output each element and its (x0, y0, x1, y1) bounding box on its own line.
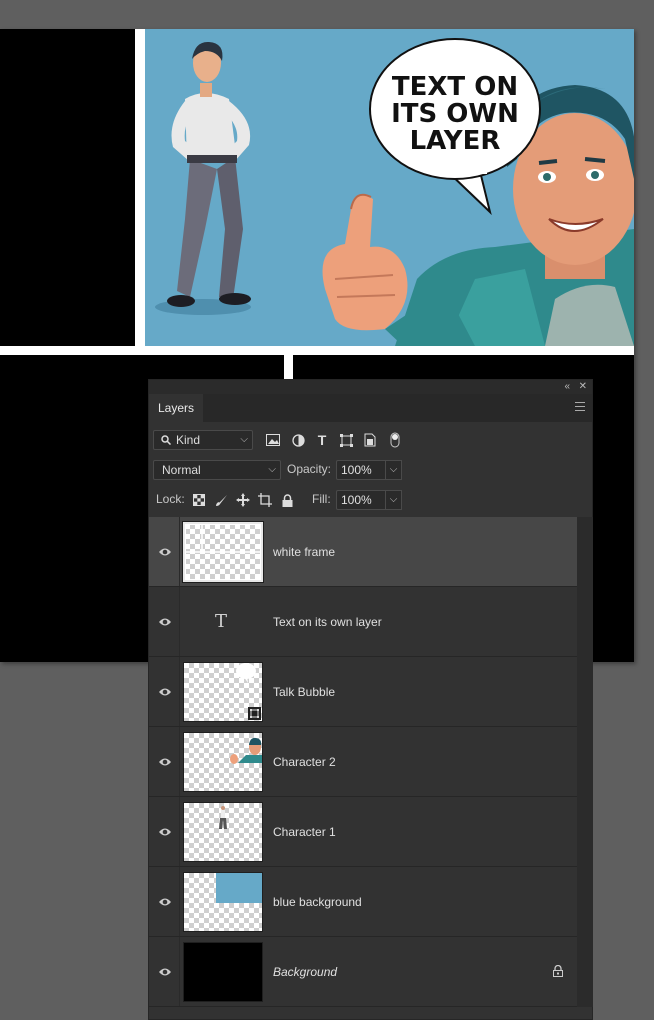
lock-transparent-pixels-icon[interactable] (191, 492, 207, 508)
layer-thumbnail-character-2 (183, 732, 263, 792)
layer-thumbnail-background (183, 942, 263, 1002)
layer-row-blue-background[interactable]: blue background (149, 867, 577, 937)
adjustment-filter-icon[interactable] (290, 432, 306, 448)
smart-object-filter-icon[interactable] (362, 432, 378, 448)
eye-visibility-icon[interactable] (158, 826, 172, 838)
comic-artwork: TEXT ON ITS OWN LAYER (145, 29, 634, 346)
lock-row: Lock: Fill: 100% ⌵ (149, 490, 592, 512)
eye-visibility-icon[interactable] (158, 756, 172, 768)
type-filter-icon[interactable]: T (314, 432, 330, 448)
smart-object-badge-icon (248, 707, 261, 720)
fill-slider-button[interactable]: ⌵ (386, 490, 402, 510)
opacity-label: Opacity: (287, 462, 332, 476)
blend-row: Normal ⌵ Opacity: 100% ⌵ (149, 460, 592, 482)
layer-name: blue background (273, 895, 362, 909)
lock-icon[interactable] (553, 965, 563, 977)
chevron-down-icon: ⌵ (240, 434, 248, 445)
blend-mode-dropdown[interactable]: Normal ⌵ (153, 460, 281, 480)
speech-line-2: ITS OWN (391, 99, 519, 129)
close-panel-icon[interactable]: ✕ (579, 380, 587, 394)
opacity-input[interactable]: 100% (336, 460, 386, 480)
lock-artboard-icon[interactable] (257, 492, 273, 508)
eye-visibility-icon[interactable] (158, 896, 172, 908)
text-layer-icon: T (215, 611, 228, 632)
layer-list: white frame T Text on its own layer Talk… (149, 517, 577, 1007)
blend-mode-value: Normal (162, 463, 201, 477)
tab-layers[interactable]: Layers (149, 394, 204, 422)
search-icon (161, 435, 171, 445)
fill-input[interactable]: 100% (336, 490, 386, 510)
panel-title-bar[interactable]: « ✕ (149, 380, 592, 394)
lock-label: Lock: (156, 492, 185, 506)
frame-bar-vertical-bottom (284, 355, 293, 379)
speech-line-3: LAYER (410, 126, 501, 156)
layer-name: Character 1 (273, 825, 336, 839)
eye-visibility-icon[interactable] (158, 686, 172, 698)
shape-filter-icon[interactable] (338, 432, 354, 448)
filter-row: Kind ⌵ T (149, 430, 592, 452)
comic-scene: TEXT ON ITS OWN LAYER (145, 29, 634, 346)
eye-visibility-icon[interactable] (158, 616, 172, 628)
layer-list-scrollbar[interactable] (577, 517, 593, 1007)
layer-row-text[interactable]: T Text on its own layer (149, 587, 577, 657)
layer-thumbnail-character-1 (183, 802, 263, 862)
layers-panel: « ✕ Layers Kind ⌵ T Normal ⌵ Opacity: 10… (148, 379, 593, 1020)
opacity-slider-button[interactable]: ⌵ (386, 460, 402, 480)
image-filter-icon[interactable] (265, 432, 281, 448)
lock-all-icon[interactable] (279, 492, 295, 508)
layer-name: Character 2 (273, 755, 336, 769)
layer-row-talk-bubble[interactable]: Talk Bubble (149, 657, 577, 727)
layer-row-character-1[interactable]: Character 1 (149, 797, 577, 867)
layer-thumbnail-blue-background (183, 872, 263, 932)
layer-row-white-frame[interactable]: white frame (149, 517, 577, 587)
speech-line-1: TEXT ON (392, 72, 518, 102)
layer-name: Text on its own layer (273, 615, 382, 629)
layer-name: Background (273, 965, 338, 979)
layer-thumbnail-talk-bubble (183, 662, 263, 722)
layer-name: white frame (273, 545, 336, 559)
layer-row-character-2[interactable]: Character 2 (149, 727, 577, 797)
filter-kind-value: Kind (176, 433, 201, 447)
layer-row-background[interactable]: Background (149, 937, 577, 1007)
panel-tab-bar: Layers (149, 394, 592, 422)
panel-menu-icon[interactable] (575, 402, 585, 411)
layer-name: Talk Bubble (273, 685, 336, 699)
eye-visibility-icon[interactable] (158, 546, 172, 558)
filter-toggle-icon[interactable] (387, 432, 403, 448)
frame-bar-horizontal (0, 346, 634, 355)
layer-thumbnail-white-frame (182, 521, 264, 583)
eye-visibility-icon[interactable] (158, 966, 172, 978)
lock-position-icon[interactable] (235, 492, 251, 508)
speech-bubble-text: TEXT ON ITS OWN LAYER (391, 72, 519, 156)
collapse-panel-icon[interactable]: « (564, 380, 570, 394)
filter-kind-dropdown[interactable]: Kind ⌵ (153, 430, 253, 450)
frame-bar-vertical-left (135, 29, 145, 346)
fill-label: Fill: (312, 492, 331, 506)
lock-image-pixels-icon[interactable] (213, 492, 229, 508)
chevron-down-icon: ⌵ (268, 464, 276, 475)
